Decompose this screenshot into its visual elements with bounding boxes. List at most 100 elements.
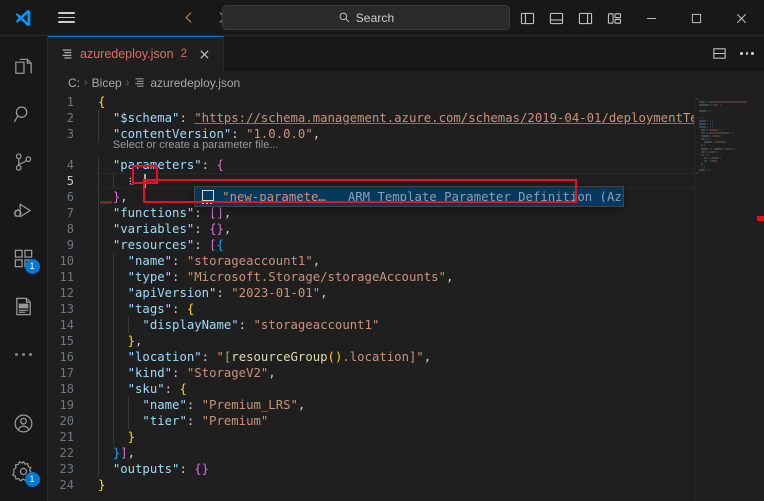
error-squiggle (100, 201, 113, 204)
activity-bar-item-manage[interactable]: 1 (0, 447, 48, 495)
code-line[interactable]: 23 "outputs": {} (48, 461, 764, 477)
suggestion-item[interactable]: "new-paramete… ARM Template Parameter De… (195, 187, 624, 206)
indent-guide (98, 189, 99, 205)
minimize-window-button[interactable] (629, 0, 674, 36)
code-line-text: "type": "Microsoft.Storage/storageAccoun… (127, 270, 454, 284)
code-line[interactable]: 19 "name": "Premium_LRS", (48, 397, 764, 413)
activity-bar-item-run-and-debug[interactable] (0, 186, 48, 234)
application-menu-button[interactable] (46, 0, 86, 36)
code-line[interactable]: 1{ (48, 94, 764, 110)
inline-codelens-hint[interactable]: Select or create a parameter file... (113, 139, 279, 151)
minimap-line (697, 98, 699, 100)
activity-bar-item-search[interactable] (0, 90, 48, 138)
code-line[interactable]: 21 } (48, 429, 764, 445)
source-control-icon (15, 152, 32, 171)
indent-guide (112, 301, 114, 317)
minimap-line (705, 101, 708, 104)
code-line[interactable]: 15 }, (48, 333, 764, 349)
activity-bar-item-extensions[interactable]: 1 (0, 234, 48, 282)
indent-guide (112, 269, 114, 285)
code-line-text: "variables": {}, (112, 222, 232, 236)
line-number: 1 (66, 95, 74, 109)
line-number: 6 (66, 190, 74, 204)
code-line[interactable]: 17 "kind": "StorageV2", (48, 365, 764, 381)
code-line[interactable]: 24} (48, 477, 764, 493)
toggle-secondary-sidebar-button[interactable] (571, 0, 600, 36)
breadcrumb-item-drive[interactable]: C: (68, 76, 80, 90)
breadcrumb-file-label: azuredeploy.json (150, 75, 241, 90)
minimap-line (710, 104, 712, 107)
minimap-line (699, 169, 705, 172)
extensions-badge: 1 (24, 259, 40, 274)
indent-guide (98, 237, 99, 253)
more-actions-button[interactable] (734, 41, 760, 67)
breadcrumb-separator: › (125, 76, 130, 89)
minimap-line (708, 128, 720, 131)
code-line-text: "displayName": "storageaccount1" (142, 318, 380, 332)
code-line[interactable]: 20 "tier": "Premium" (48, 413, 764, 429)
line-number: 16 (59, 350, 74, 364)
activity-bar: 1 1 (0, 36, 48, 501)
minimap-line (701, 163, 703, 165)
code-line[interactable]: 11 "type": "Microsoft.Storage/storageAcc… (48, 269, 764, 285)
code-line[interactable]: 7 "functions": [], (48, 205, 764, 221)
line-number: 14 (59, 318, 74, 332)
title-bar: Search (0, 0, 764, 36)
close-window-button[interactable] (719, 0, 764, 36)
minimap[interactable] (694, 94, 750, 501)
code-line[interactable]: 18 "sku": { (48, 381, 764, 397)
activity-bar-item-accounts[interactable] (0, 399, 48, 447)
workbench-body: 1 1 azuredeploy.json 2 C: › Bicep › azur… (0, 36, 764, 501)
code-line[interactable]: 22 }], (48, 445, 764, 461)
breadcrumb-item-folder[interactable]: Bicep (92, 76, 122, 90)
code-line[interactable]: 13 "tags": { (48, 301, 764, 317)
maximize-window-button[interactable] (674, 0, 719, 36)
tab-azuredeploy-json[interactable]: azuredeploy.json 2 (48, 36, 224, 71)
code-line[interactable]: 14 "displayName": "storageaccount1" (48, 317, 764, 333)
minimap-line (710, 110, 712, 113)
code-editor[interactable]: 1{2 "$schema": "https://schema.managemen… (48, 94, 764, 501)
editor-scrollbar[interactable] (750, 94, 764, 501)
editor-tab-bar: azuredeploy.json 2 (48, 36, 764, 71)
code-line[interactable]: 16 "location": "[resourceGroup().locatio… (48, 349, 764, 365)
indent-guide (112, 285, 114, 301)
minimap-line (699, 116, 701, 119)
minimap-line (709, 122, 711, 125)
minimap-line (720, 128, 722, 131)
json-file-icon (135, 78, 144, 87)
indent-guide (127, 317, 129, 333)
account-icon (14, 414, 33, 432)
command-center-search[interactable]: Search (222, 5, 510, 30)
minimap-line (722, 147, 725, 150)
toggle-primary-sidebar-button[interactable] (513, 0, 542, 36)
customize-layout-button[interactable] (600, 0, 629, 36)
minimap-line (703, 159, 708, 162)
minimap-line (699, 122, 706, 125)
suggestion-widget[interactable]: "new-paramete… ARM Template Parameter De… (194, 186, 625, 207)
activity-bar-item-explorer[interactable] (0, 42, 48, 90)
activity-bar-item-source-control[interactable] (0, 138, 48, 186)
activity-bar-item-more-views[interactable] (0, 330, 48, 378)
code-line[interactable]: 9 "resources": [{ (48, 237, 764, 253)
breadcrumb-item-file[interactable]: azuredeploy.json (133, 76, 240, 90)
code-line[interactable]: 4 "parameters": { (48, 157, 764, 173)
code-line[interactable]: 8 "variables": {}, (48, 221, 764, 237)
toggle-panel-button[interactable] (542, 0, 571, 36)
minimap-line (699, 166, 701, 169)
code-line[interactable]: 12 "apiVersion": "2023-01-01", (48, 285, 764, 301)
line-number: 3 (66, 127, 74, 141)
files-icon (15, 58, 32, 74)
tab-close-button[interactable] (195, 45, 213, 63)
minimap-line (708, 150, 716, 153)
code-line-text: "outputs": {} (112, 462, 210, 476)
line-number: 23 (59, 462, 74, 476)
code-line[interactable]: 2 "$schema": "https://schema.management.… (48, 110, 764, 126)
activity-bar-item-azure[interactable] (0, 282, 48, 330)
minimap-line (715, 141, 726, 144)
minimap-line (707, 122, 709, 125)
indent-guide (112, 173, 114, 189)
code-line[interactable]: 10 "name": "storageaccount1", (48, 253, 764, 269)
split-editor-down-button[interactable] (706, 41, 732, 67)
go-back-button[interactable] (176, 6, 200, 30)
minimap-line (708, 159, 710, 162)
